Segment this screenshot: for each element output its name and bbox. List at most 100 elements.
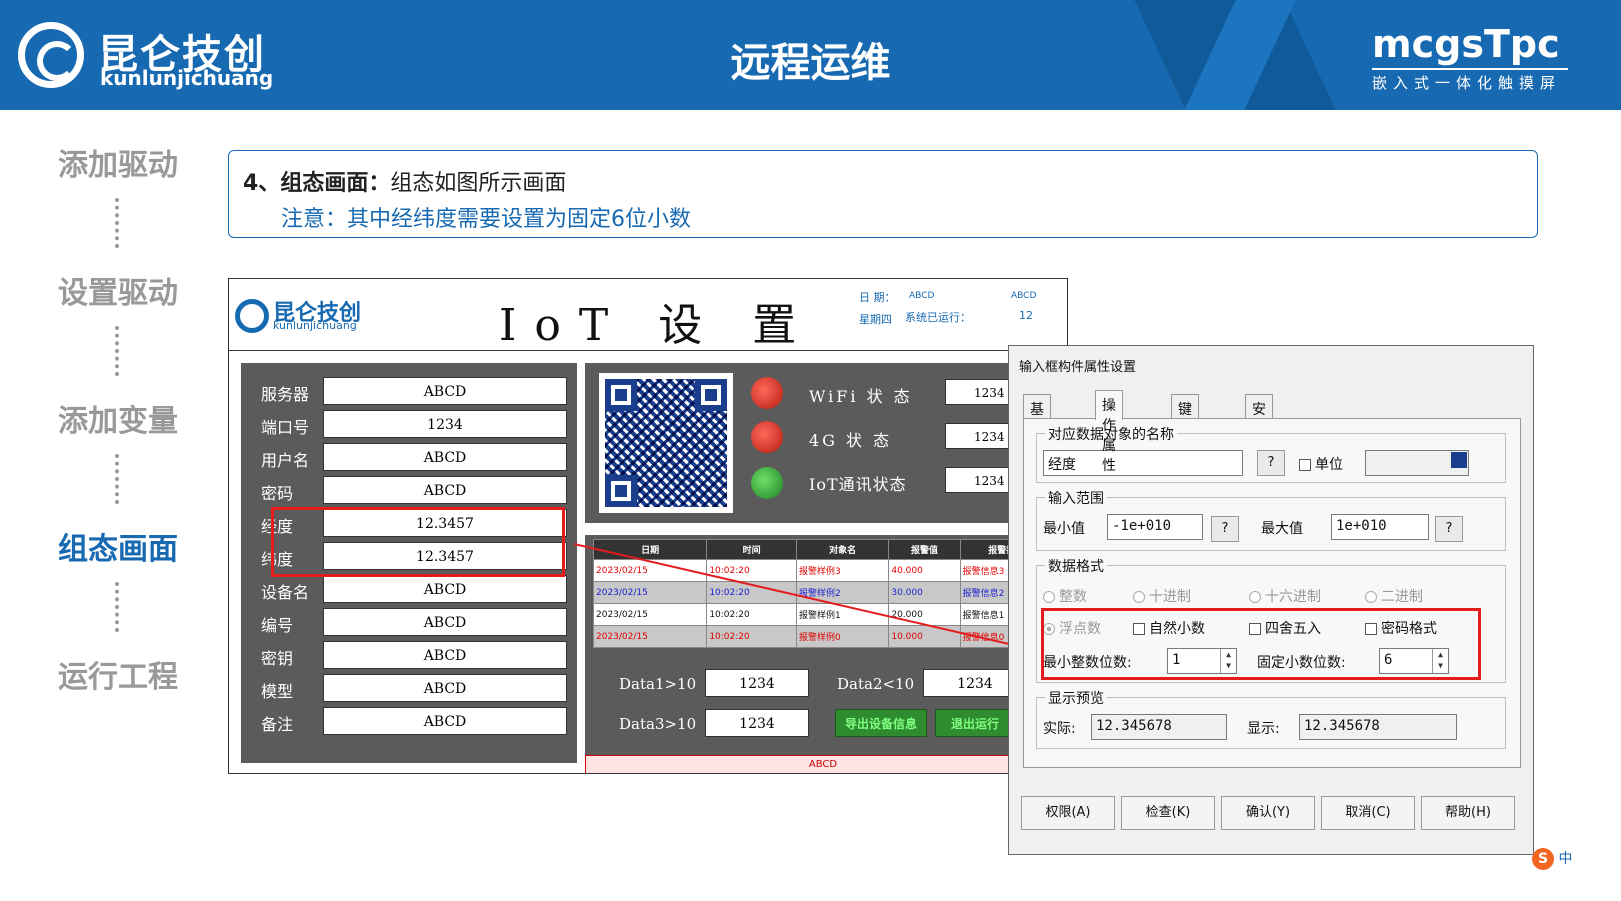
iot-title: IoT 设 置: [499, 300, 815, 351]
min-value-input[interactable]: -1e+010: [1107, 514, 1203, 540]
field-row: 编号 ABCD: [253, 608, 573, 638]
radio-decimal[interactable]: 十进制: [1133, 586, 1191, 606]
group-input-range: 输入范围 最小值 -1e+010 ? 最大值 1e+010 ?: [1036, 488, 1506, 551]
unit-label: 单位: [1315, 457, 1343, 473]
col-value: 报警值: [888, 539, 961, 560]
field-label: 用户名: [261, 451, 310, 470]
qr-code-icon: [599, 373, 733, 513]
alarm-table: 日期 时间 对象名 报警值 报警描述 2023/02/15 10:02:20 报警样…: [592, 539, 1054, 648]
field-input[interactable]: ABCD: [323, 707, 567, 735]
alarm-row[interactable]: 2023/02/15 10:02:20 报警样例1 20.000 报警信息1: [592, 603, 1054, 626]
group-label: 数据格式: [1045, 556, 1107, 576]
cancel-button[interactable]: 取消(C): [1321, 796, 1415, 830]
max-value-input[interactable]: 1e+010: [1331, 514, 1429, 540]
field-row: 设备名 ABCD: [253, 575, 573, 605]
field-row: 密码 ABCD: [253, 476, 573, 506]
min-select-button[interactable]: ?: [1211, 516, 1239, 542]
step-connector: [115, 198, 119, 248]
tab-keyboard[interactable]: 键盘属性: [1171, 394, 1199, 478]
step-run-project[interactable]: 运行工程: [58, 652, 188, 695]
alarm-cell: 10:02:20: [706, 625, 797, 648]
input-properties-dialog: 输入框构件属性设置 基本属性 操作属性 键盘属性 安全属性 对应数据对象的名称 …: [1008, 345, 1534, 855]
radio-binary[interactable]: 二进制: [1365, 586, 1423, 606]
alarm-cell: 20.000: [888, 603, 961, 626]
field-row: 端口号 1234: [253, 410, 573, 440]
field-input[interactable]: ABCD: [323, 608, 567, 636]
instruction-note: 注意：其中经纬度需要设置为固定6位小数: [281, 207, 691, 232]
display-label: 显示:: [1247, 721, 1280, 737]
alarm-cell: 2023/02/15: [592, 603, 708, 626]
header-bar: 昆仑技创 kunlunjichuang 远程运维 mcgsTpc 嵌入式一体化触…: [0, 0, 1621, 110]
4g-status-led-icon: [751, 421, 783, 453]
unit-picker-icon[interactable]: [1451, 452, 1467, 468]
iot-brand-en: kunlunjichuang: [273, 319, 357, 332]
min-label: 最小值: [1043, 521, 1085, 537]
field-label: 设备名: [261, 583, 310, 602]
field-input[interactable]: ABCD: [323, 641, 567, 669]
field-row: 备注 ABCD: [253, 707, 573, 737]
alarm-cell: 2023/02/15: [592, 581, 708, 604]
tab-security[interactable]: 安全属性: [1245, 394, 1273, 478]
radio-label: 十进制: [1149, 589, 1191, 605]
group-label: 显示预览: [1045, 688, 1107, 708]
radio-label: 整数: [1059, 589, 1087, 605]
exit-run-button[interactable]: 退出运行: [935, 709, 1015, 737]
alarm-cell: 2023/02/15: [592, 625, 708, 648]
object-select-button[interactable]: ?: [1257, 450, 1285, 476]
confirm-button[interactable]: 确认(Y): [1221, 796, 1315, 830]
alarm-row[interactable]: 2023/02/15 10:02:20 报警样例0 10.000 报警信息0: [592, 625, 1054, 648]
wifi-status-label: WiFi 状 态: [809, 387, 913, 406]
alarm-cell: 10:02:20: [706, 581, 797, 604]
ime-lang: 中: [1558, 851, 1573, 867]
actual-label: 实际:: [1043, 721, 1076, 737]
radio-hex[interactable]: 十六进制: [1249, 586, 1321, 606]
runtime-value: 12: [1019, 309, 1033, 322]
step-add-driver[interactable]: 添加驱动: [58, 140, 188, 183]
date-right: ABCD: [1011, 291, 1037, 301]
col-date: 日期: [592, 539, 708, 560]
instruction-line: 4、组态画面：组态如图所示画面: [243, 165, 566, 197]
step-connector: [115, 326, 119, 376]
instruction-prefix: 4、: [243, 171, 281, 196]
wifi-status-led-icon: [751, 377, 783, 409]
step-setup-driver[interactable]: 设置驱动: [58, 268, 188, 311]
instruction-box: 4、组态画面：组态如图所示画面 注意：其中经纬度需要设置为固定6位小数: [228, 150, 1538, 238]
tab-basic[interactable]: 基本属性: [1023, 394, 1051, 478]
radio-label: 二进制: [1381, 589, 1423, 605]
data3-label: Data3>10: [619, 715, 697, 733]
col-time: 时间: [706, 539, 797, 560]
radio-integer[interactable]: 整数: [1043, 586, 1087, 606]
field-input[interactable]: ABCD: [323, 377, 567, 405]
display-preview: 12.345678: [1299, 714, 1457, 740]
object-name-input[interactable]: 经度: [1043, 450, 1243, 476]
alarm-cell: 30.000: [888, 581, 961, 604]
permission-button[interactable]: 权限(A): [1021, 796, 1115, 830]
alarm-cell: 10.000: [888, 625, 961, 648]
status-panel: WiFi 状 态 4G 状 态 IoT通讯状态 1234 1234 1234: [585, 363, 1061, 523]
unit-checkbox[interactable]: 单位: [1299, 454, 1343, 474]
actual-preview: 12.345678: [1091, 714, 1227, 740]
max-label: 最大值: [1261, 521, 1303, 537]
iot-bottom-bar: ABCD: [585, 755, 1061, 773]
iot-topbar: 昆仑技创 kunlunjichuang IoT 设 置 日 期： ABCD AB…: [229, 279, 1067, 351]
field-label: 编号: [261, 616, 294, 635]
highlight-lat-long: [271, 507, 565, 577]
export-device-button[interactable]: 导出设备信息: [835, 709, 927, 737]
tab-operation[interactable]: 操作属性: [1095, 390, 1123, 474]
field-input[interactable]: ABCD: [323, 674, 567, 702]
check-button[interactable]: 检查(K): [1121, 796, 1215, 830]
field-input[interactable]: ABCD: [323, 575, 567, 603]
alarm-row[interactable]: 2023/02/15 10:02:20 报警样例2 30.000 报警信息2: [592, 581, 1054, 604]
help-button[interactable]: 帮助(H): [1421, 796, 1515, 830]
field-input[interactable]: ABCD: [323, 443, 567, 471]
alarm-row[interactable]: 2023/02/15 10:02:20 报警样例3 40.000 报警信息3: [592, 559, 1054, 582]
iot-status-label: IoT通讯状态: [809, 475, 907, 494]
max-select-button[interactable]: ?: [1435, 516, 1463, 542]
field-input[interactable]: 1234: [323, 410, 567, 438]
step-navigation: 添加驱动 设置驱动 添加变量 组态画面 运行工程: [58, 140, 188, 695]
step-add-variable[interactable]: 添加变量: [58, 396, 188, 439]
field-input[interactable]: ABCD: [323, 476, 567, 504]
dialog-title: 输入框构件属性设置: [1019, 360, 1137, 375]
ime-indicator[interactable]: S 中: [1532, 848, 1621, 878]
step-config-screen[interactable]: 组态画面: [58, 524, 188, 567]
